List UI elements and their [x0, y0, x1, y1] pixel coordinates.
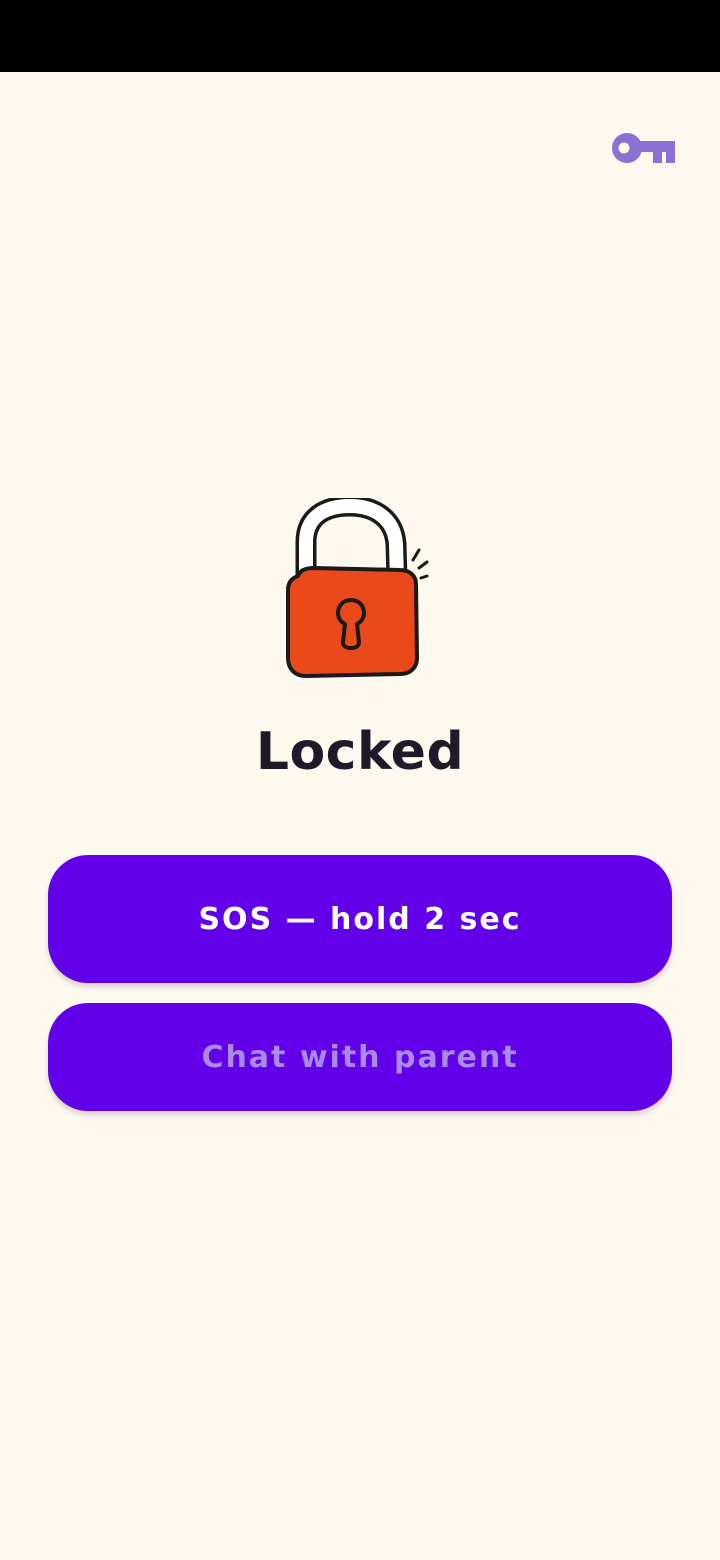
padlock-illustration: [270, 495, 440, 688]
padlock-icon: [286, 495, 429, 678]
page-title: Locked: [255, 722, 465, 782]
key-icon: [612, 133, 675, 163]
lock-screen: [0, 72, 720, 1560]
chat-with-parent-button[interactable]: Chat with parent: [48, 1003, 672, 1111]
sos-button-label: SOS — hold 2 sec: [198, 901, 522, 937]
status-bar: [0, 0, 720, 72]
key-button[interactable]: [606, 122, 682, 174]
chat-button-label: Chat with parent: [201, 1039, 519, 1075]
sos-button[interactable]: SOS — hold 2 sec: [48, 855, 672, 983]
